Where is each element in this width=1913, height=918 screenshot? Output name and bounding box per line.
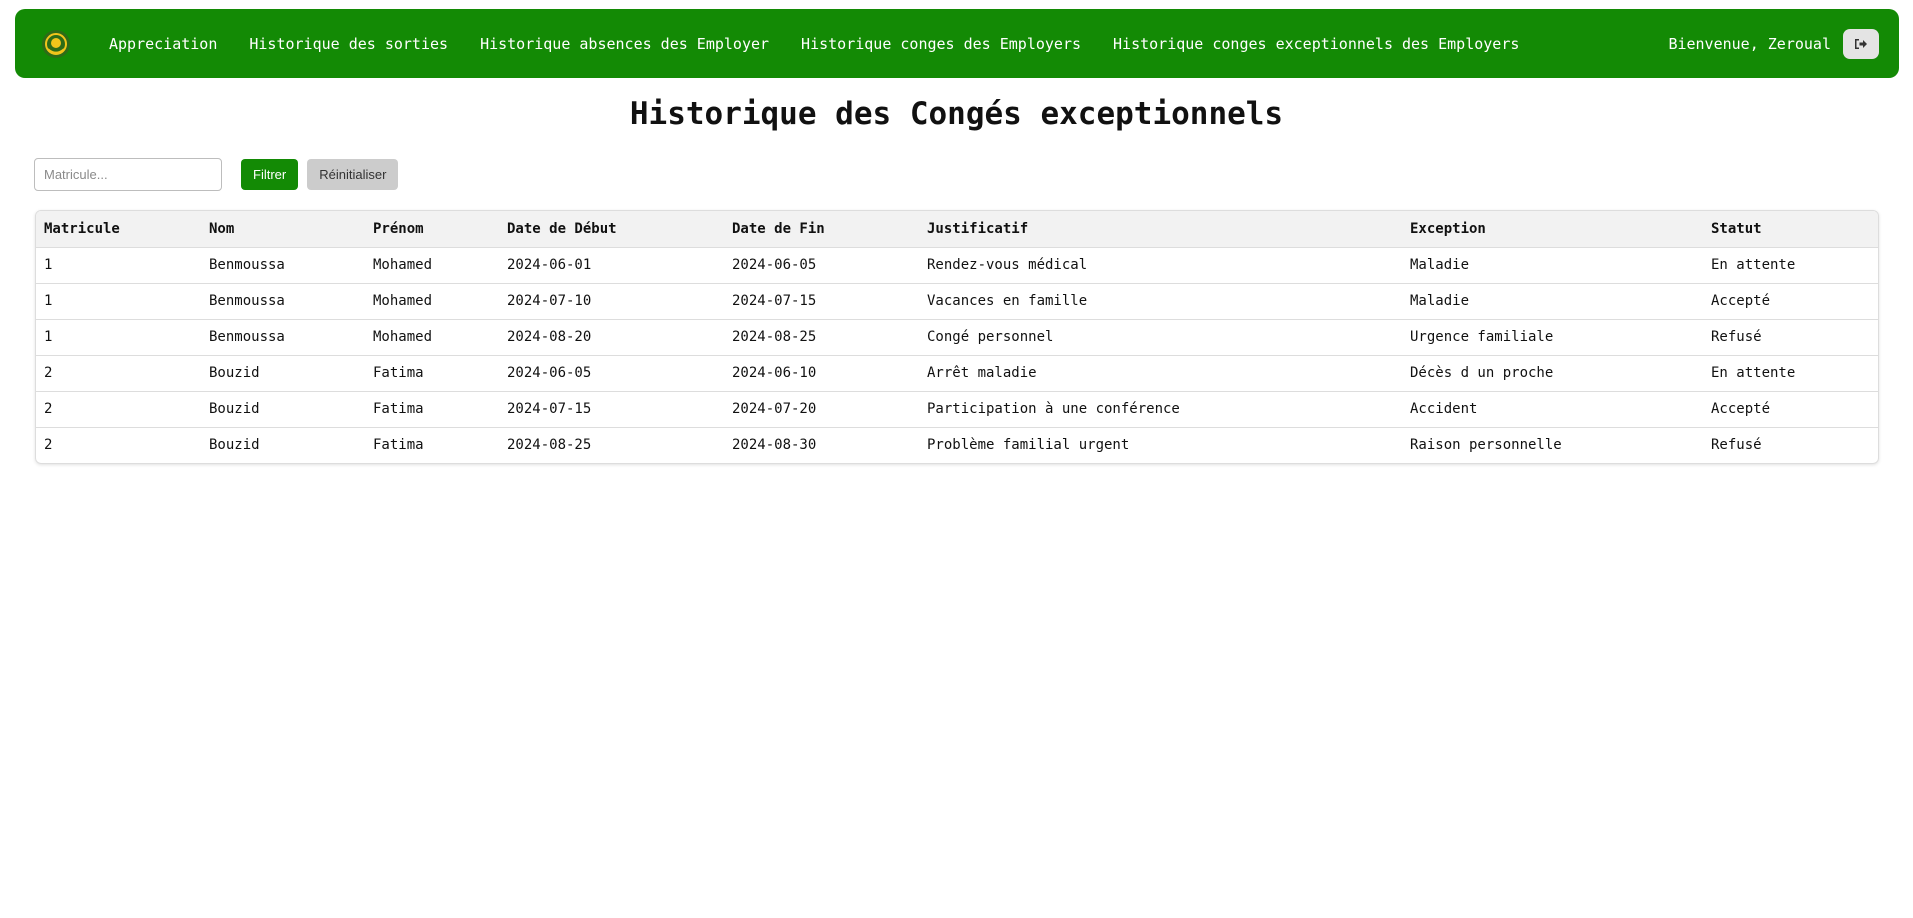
cell-statut: Refusé xyxy=(1711,437,1762,454)
cell-exception: Urgence familiale xyxy=(1402,319,1703,356)
cell-nom: Benmoussa xyxy=(201,319,365,356)
table-header-row: Matricule Nom Prénom Date de Début Date … xyxy=(36,211,1878,248)
cell-date-fin: 2024-08-25 xyxy=(724,319,919,356)
table-row: 2 Bouzid Fatima 2024-06-05 2024-06-10 Ar… xyxy=(36,355,1878,392)
filter-button[interactable]: Filtrer xyxy=(241,159,299,190)
cell-prenom: Fatima xyxy=(373,437,424,454)
conges-table-container: Matricule Nom Prénom Date de Début Date … xyxy=(35,210,1879,464)
nav-links: Appreciation Historique des sorties Hist… xyxy=(109,35,1668,53)
cell-date-debut: 2024-08-20 xyxy=(499,319,724,356)
cell-statut: En attente xyxy=(1703,355,1878,392)
cell-nom: Benmoussa xyxy=(201,283,365,320)
cell-justificatif: Rendez-vous médical xyxy=(919,247,1402,284)
cell-matricule: 2 xyxy=(44,437,53,454)
matricule-search-input[interactable] xyxy=(34,158,222,191)
cell-matricule: 1 xyxy=(36,319,201,356)
table-row: 1 Benmoussa Mohamed 2024-07-10 2024-07-1… xyxy=(36,283,1878,320)
cell-justificatif: Participation à une conférence xyxy=(919,391,1402,428)
cell-matricule: 1 xyxy=(36,283,201,320)
cell-prenom: Mohamed xyxy=(365,283,499,320)
cell-date-fin: 2024-06-05 xyxy=(724,247,919,284)
table-row: 2 Bouzid Fatima 2024-07-15 2024-07-20 Pa… xyxy=(36,391,1878,428)
table-row: 1 Benmoussa Mohamed 2024-06-01 2024-06-0… xyxy=(36,247,1878,284)
cell-date-fin: 2024-07-20 xyxy=(724,391,919,428)
header-justificatif[interactable]: Justificatif xyxy=(919,211,1402,248)
cell-justificatif: Congé personnel xyxy=(919,319,1402,356)
nav-link-historique-conges-exceptionnels[interactable]: Historique conges exceptionnels des Empl… xyxy=(1113,35,1519,53)
cell-prenom: Fatima xyxy=(365,391,499,428)
top-navbar: Appreciation Historique des sorties Hist… xyxy=(15,9,1899,78)
cell-date-debut: 2024-06-01 xyxy=(499,247,724,284)
cell-justificatif: Vacances en famille xyxy=(919,283,1402,320)
header-statut[interactable]: Statut xyxy=(1703,211,1878,248)
emblem-icon[interactable] xyxy=(41,29,71,59)
cell-prenom: Mohamed xyxy=(365,319,499,356)
header-prenom[interactable]: Prénom xyxy=(365,211,499,248)
cell-date-debut: 2024-07-15 xyxy=(499,391,724,428)
cell-statut: Accepté xyxy=(1703,391,1878,428)
cell-matricule: 1 xyxy=(36,247,201,284)
header-matricule[interactable]: Matricule xyxy=(36,211,201,248)
nav-link-appreciation[interactable]: Appreciation xyxy=(109,35,217,53)
cell-date-debut: 2024-08-25 xyxy=(507,437,592,454)
filter-bar: Filtrer Réinitialiser xyxy=(34,158,399,191)
cell-exception: Raison personnelle xyxy=(1410,437,1562,454)
table-row: 2 Bouzid Fatima 2024-08-25 2024-08-30 Pr… xyxy=(36,427,1878,463)
cell-nom: Benmoussa xyxy=(201,247,365,284)
logout-button[interactable] xyxy=(1843,28,1879,59)
header-exception[interactable]: Exception xyxy=(1402,211,1703,248)
cell-matricule: 2 xyxy=(36,355,201,392)
conges-table: Matricule Nom Prénom Date de Début Date … xyxy=(36,211,1878,463)
cell-justificatif: Problème familial urgent xyxy=(927,437,1130,454)
header-nom[interactable]: Nom xyxy=(201,211,365,248)
cell-exception: Décès d un proche xyxy=(1402,355,1703,392)
page-title: Historique des Congés exceptionnels xyxy=(629,96,1284,132)
cell-nom: Bouzid xyxy=(201,355,365,392)
cell-date-fin: 2024-08-30 xyxy=(732,437,817,454)
nav-link-historique-conges[interactable]: Historique conges des Employers xyxy=(801,35,1081,53)
cell-exception: Accident xyxy=(1402,391,1703,428)
nav-link-historique-sorties[interactable]: Historique des sorties xyxy=(249,35,448,53)
nav-link-historique-absences[interactable]: Historique absences des Employer xyxy=(480,35,769,53)
welcome-text: Bienvenue, Zeroual xyxy=(1668,34,1831,53)
cell-prenom: Fatima xyxy=(365,355,499,392)
cell-matricule: 2 xyxy=(36,391,201,428)
cell-exception: Maladie xyxy=(1402,283,1703,320)
cell-date-debut: 2024-07-10 xyxy=(499,283,724,320)
cell-statut: Refusé xyxy=(1703,319,1878,356)
cell-date-fin: 2024-06-10 xyxy=(724,355,919,392)
cell-exception: Maladie xyxy=(1402,247,1703,284)
header-date-fin[interactable]: Date de Fin xyxy=(724,211,919,248)
cell-justificatif: Arrêt maladie xyxy=(919,355,1402,392)
reset-button[interactable]: Réinitialiser xyxy=(307,159,399,190)
emblem-core xyxy=(51,37,61,48)
cell-date-debut: 2024-06-05 xyxy=(499,355,724,392)
cell-prenom: Mohamed xyxy=(365,247,499,284)
header-date-debut[interactable]: Date de Début xyxy=(499,211,724,248)
cell-nom: Bouzid xyxy=(201,391,365,428)
cell-statut: Accepté xyxy=(1703,283,1878,320)
cell-statut: En attente xyxy=(1703,247,1878,284)
cell-date-fin: 2024-07-15 xyxy=(724,283,919,320)
cell-nom: Bouzid xyxy=(209,437,260,454)
nav-user-area: Bienvenue, Zeroual xyxy=(1668,28,1879,59)
table-row: 1 Benmoussa Mohamed 2024-08-20 2024-08-2… xyxy=(36,319,1878,356)
logout-icon xyxy=(1855,38,1867,49)
